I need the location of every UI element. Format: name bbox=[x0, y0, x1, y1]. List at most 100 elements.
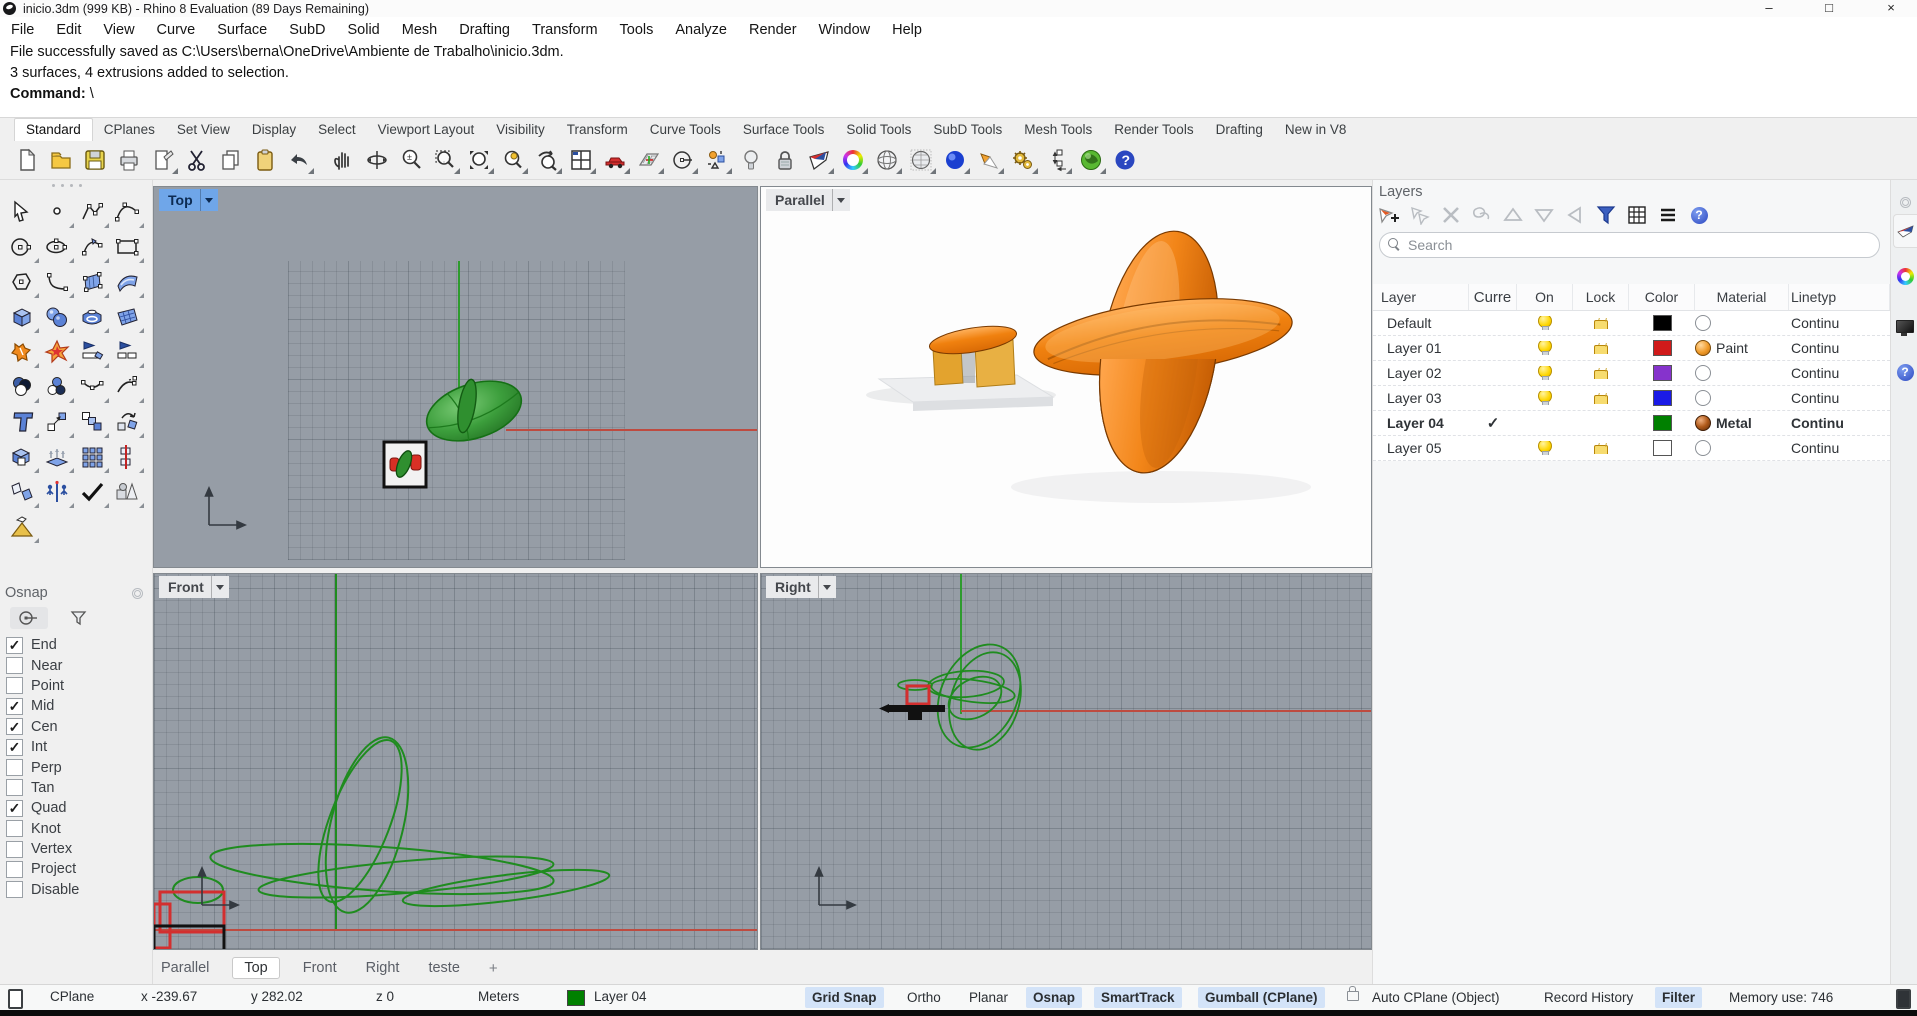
tab-cplanes[interactable]: CPlanes bbox=[93, 119, 166, 141]
menu-edit[interactable]: Edit bbox=[45, 22, 92, 38]
dimension-icon[interactable] bbox=[1042, 145, 1072, 175]
viewport-top[interactable]: Top bbox=[153, 186, 758, 568]
select-tool[interactable] bbox=[4, 194, 39, 229]
menu-drafting[interactable]: Drafting bbox=[448, 22, 521, 38]
panel-tab-display[interactable] bbox=[1893, 260, 1917, 292]
osnap-tab-filter[interactable] bbox=[60, 607, 98, 629]
osnap-gear-icon[interactable] bbox=[130, 586, 145, 601]
chevron-down-icon[interactable] bbox=[831, 189, 850, 211]
tab-standard[interactable]: Standard bbox=[14, 118, 93, 141]
command-prompt[interactable]: Command: \ bbox=[10, 84, 1917, 105]
toggle-smarttrack[interactable]: SmartTrack bbox=[1094, 987, 1182, 1008]
add-viewport-tab-button[interactable]: + bbox=[483, 958, 504, 979]
layer-row-02[interactable]: Layer 02 Continu bbox=[1373, 361, 1890, 386]
move-left-icon[interactable] bbox=[1564, 205, 1586, 225]
menu-tools[interactable]: Tools bbox=[609, 22, 665, 38]
cplane-icon[interactable] bbox=[634, 145, 664, 175]
col-lock[interactable]: Lock bbox=[1573, 284, 1629, 310]
delete-layer-icon[interactable] bbox=[1440, 205, 1462, 225]
col-color[interactable]: Color bbox=[1629, 284, 1695, 310]
tab-solid-tools[interactable]: Solid Tools bbox=[835, 119, 922, 141]
command-input-value[interactable]: \ bbox=[90, 86, 94, 102]
wireframe-display-icon[interactable] bbox=[872, 145, 902, 175]
toggle-grid-snap[interactable]: Grid Snap bbox=[805, 987, 884, 1008]
split-tool[interactable] bbox=[109, 334, 144, 369]
undo-view-icon[interactable] bbox=[532, 145, 562, 175]
polyline-tool[interactable] bbox=[74, 194, 109, 229]
extend-curve-tool[interactable] bbox=[109, 369, 144, 404]
osnap-quad[interactable]: ✓ Quad bbox=[6, 798, 153, 818]
polygon-tool[interactable] bbox=[4, 264, 39, 299]
surface-from-curves-tool[interactable] bbox=[109, 264, 144, 299]
col-current[interactable]: Curre bbox=[1469, 284, 1517, 310]
solid-union-tool[interactable] bbox=[4, 439, 39, 474]
sphere-tool[interactable] bbox=[39, 299, 74, 334]
menu-surface[interactable]: Surface bbox=[206, 22, 278, 38]
trim-tool[interactable] bbox=[74, 334, 109, 369]
fillet-curves-tool[interactable] bbox=[39, 264, 74, 299]
layer-row-default[interactable]: Default Continu bbox=[1373, 311, 1890, 336]
save-icon[interactable] bbox=[80, 145, 110, 175]
menu-analyze[interactable]: Analyze bbox=[664, 22, 738, 38]
surface-grid-tool[interactable] bbox=[109, 299, 144, 334]
notes-icon[interactable] bbox=[148, 145, 178, 175]
layer-row-03[interactable]: Layer 03 Continu bbox=[1373, 386, 1890, 411]
zoom-extents-icon[interactable] bbox=[464, 145, 494, 175]
vptab-front[interactable]: Front bbox=[297, 958, 343, 978]
tab-render-tools[interactable]: Render Tools bbox=[1103, 119, 1204, 141]
new-sublayer-icon[interactable] bbox=[1409, 205, 1431, 225]
osnap-tab-snaps[interactable] bbox=[10, 607, 48, 629]
osnap-project[interactable]: Project bbox=[6, 859, 153, 879]
col-layer[interactable]: Layer bbox=[1373, 284, 1469, 310]
osnap-tan[interactable]: Tan bbox=[6, 778, 153, 798]
viewport-title-right[interactable]: Right bbox=[766, 576, 836, 598]
viewport-layout-icon[interactable] bbox=[566, 145, 596, 175]
tab-drafting[interactable]: Drafting bbox=[1205, 119, 1274, 141]
pan-icon[interactable] bbox=[328, 145, 358, 175]
status-units[interactable]: Meters bbox=[478, 989, 519, 1004]
layers-search-input[interactable] bbox=[1379, 232, 1880, 258]
options-icon[interactable] bbox=[1008, 145, 1038, 175]
tab-transform[interactable]: Transform bbox=[556, 119, 639, 141]
col-linetype[interactable]: Linetyp bbox=[1789, 284, 1890, 310]
menu-window[interactable]: Window bbox=[808, 22, 882, 38]
layer-row-01[interactable]: Layer 01 Paint Continu bbox=[1373, 336, 1890, 361]
array-linear-tool[interactable] bbox=[109, 439, 144, 474]
status-layer-swatch[interactable] bbox=[567, 990, 585, 1006]
viewport-front[interactable]: Front bbox=[153, 573, 758, 950]
chevron-down-icon[interactable] bbox=[199, 189, 218, 211]
rectangle-tool[interactable] bbox=[109, 229, 144, 264]
osnap-settings-icon[interactable] bbox=[702, 145, 732, 175]
move-down-icon[interactable] bbox=[1533, 205, 1555, 225]
panel-tab-layers[interactable] bbox=[1893, 214, 1917, 248]
tab-subd-tools[interactable]: SubD Tools bbox=[922, 119, 1013, 141]
status-pane-icon[interactable] bbox=[1896, 989, 1911, 1009]
viewport-title-top[interactable]: Top bbox=[159, 189, 218, 211]
revolve-tool[interactable] bbox=[74, 299, 109, 334]
maximize-button[interactable]: □ bbox=[1812, 0, 1846, 17]
duplicate-layer-icon[interactable] bbox=[1471, 205, 1493, 225]
ghosted-display-icon[interactable] bbox=[906, 145, 936, 175]
tab-visibility[interactable]: Visibility bbox=[485, 119, 556, 141]
new-file-icon[interactable] bbox=[12, 145, 42, 175]
tab-viewport-layout[interactable]: Viewport Layout bbox=[367, 119, 486, 141]
layer-row-04[interactable]: Layer 04 ✓ Metal Continu bbox=[1373, 411, 1890, 436]
rotate-tool[interactable] bbox=[109, 404, 144, 439]
surface-corner-points-tool[interactable] bbox=[74, 264, 109, 299]
panel-tab-viewport[interactable] bbox=[1893, 310, 1917, 342]
col-on[interactable]: On bbox=[1517, 284, 1573, 310]
zoom-selected-icon[interactable] bbox=[498, 145, 528, 175]
car-icon[interactable] bbox=[600, 145, 630, 175]
menu-icon[interactable] bbox=[1657, 205, 1679, 225]
command-area[interactable]: File successfully saved as C:\Users\bern… bbox=[0, 42, 1917, 118]
status-layer-name[interactable]: Layer 04 bbox=[594, 989, 647, 1004]
new-layer-icon[interactable] bbox=[1378, 205, 1400, 225]
blend-curves-tool[interactable] bbox=[74, 369, 109, 404]
filter-icon[interactable] bbox=[1595, 205, 1617, 225]
array-rectangular-tool[interactable] bbox=[74, 439, 109, 474]
boolean-union-tool[interactable] bbox=[4, 369, 39, 404]
curve-tool[interactable] bbox=[109, 194, 144, 229]
cut-icon[interactable] bbox=[182, 145, 212, 175]
toggle-auto-cplane[interactable]: Auto CPlane (Object) bbox=[1365, 987, 1507, 1008]
undo-icon[interactable] bbox=[284, 145, 314, 175]
